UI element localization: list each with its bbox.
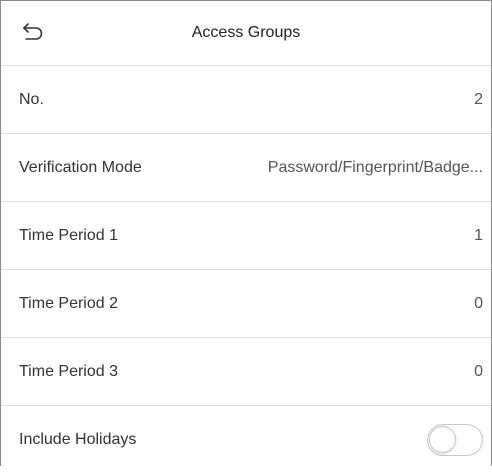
row-number[interactable]: No. 2 bbox=[1, 66, 491, 134]
return-arrow-icon bbox=[21, 21, 45, 46]
header-bar: Access Groups bbox=[1, 1, 491, 66]
include-holidays-toggle[interactable] bbox=[427, 424, 483, 456]
access-groups-screen: Access Groups No. 2 Verification Mode Pa… bbox=[0, 0, 492, 466]
row-time-period-3[interactable]: Time Period 3 0 bbox=[1, 338, 491, 406]
row-label: Time Period 1 bbox=[19, 226, 118, 244]
row-verification-mode[interactable]: Verification Mode Password/Fingerprint/B… bbox=[1, 134, 491, 202]
row-time-period-2[interactable]: Time Period 2 0 bbox=[1, 270, 491, 338]
row-include-holidays: Include Holidays bbox=[1, 406, 491, 474]
row-value: 0 bbox=[474, 294, 483, 312]
row-time-period-1[interactable]: Time Period 1 1 bbox=[1, 202, 491, 270]
row-label: Verification Mode bbox=[19, 158, 142, 176]
toggle-knob bbox=[429, 426, 456, 453]
row-value: 0 bbox=[474, 362, 483, 380]
row-value: Password/Fingerprint/Badge... bbox=[267, 158, 483, 176]
row-label: No. bbox=[19, 90, 44, 108]
row-label: Time Period 3 bbox=[19, 362, 118, 380]
row-label: Include Holidays bbox=[19, 431, 137, 448]
back-button[interactable] bbox=[19, 21, 47, 45]
page-title: Access Groups bbox=[191, 24, 301, 41]
row-value: 1 bbox=[474, 226, 483, 244]
row-value: 2 bbox=[474, 90, 483, 108]
row-label: Time Period 2 bbox=[19, 294, 118, 312]
